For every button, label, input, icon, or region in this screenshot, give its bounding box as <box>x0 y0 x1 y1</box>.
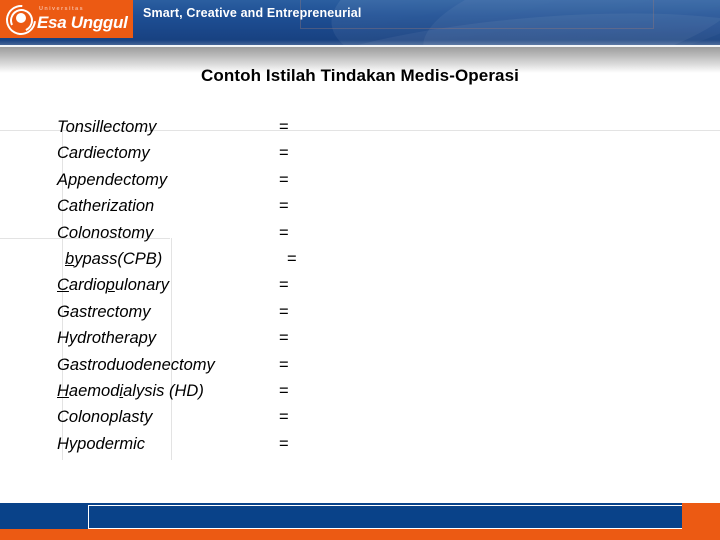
term-equals-sign: = <box>279 329 289 348</box>
term-row: Hydrotherapy = <box>57 327 477 353</box>
term-row: Cardiectomy = <box>57 142 477 168</box>
term-equals-sign: = <box>279 276 289 295</box>
term-row: Gastrectomy = <box>57 301 477 327</box>
term-equals-sign: = <box>279 434 289 453</box>
term-row: Cardiopulonary = <box>57 274 477 300</box>
footer-orange-bottom-strip <box>0 529 720 540</box>
term-row: bypass(CPB) = <box>57 248 477 274</box>
term-name: Hydrotherapy <box>57 329 157 348</box>
university-logo-block: Universitas Esa Unggul <box>0 0 133 42</box>
term-row: Appendectomy = <box>57 169 477 195</box>
slide-title: Contoh Istilah Tindakan Medis-Operasi <box>201 66 519 85</box>
term-name: Hypodermic <box>57 434 146 453</box>
term-equals-sign: = <box>279 355 289 374</box>
logo-university-label: Universitas <box>39 6 85 13</box>
logo-text-group: Universitas Esa Unggul <box>37 7 128 31</box>
term-equals-sign: = <box>279 144 289 163</box>
term-name: Haemodialysis (HD) <box>57 381 204 400</box>
term-equals-sign: = <box>287 249 297 268</box>
term-row: Gastroduodenectomy = <box>57 354 477 380</box>
term-name: Colonostomy <box>57 223 154 242</box>
term-equals-sign: = <box>279 170 289 189</box>
footer-outline-box <box>88 505 695 529</box>
logo-university-name: Esa Unggul <box>37 12 128 32</box>
term-equals-sign: = <box>279 302 289 321</box>
presentation-slide: Universitas Esa Unggul Smart, Creative a… <box>0 0 720 540</box>
term-name: Cardiopulonary <box>57 276 170 295</box>
term-equals-sign: = <box>279 381 289 400</box>
term-name: Catherization <box>57 197 155 216</box>
esa-unggul-emblem-icon <box>0 0 43 42</box>
term-row: Colonoplasty = <box>57 406 477 432</box>
term-name: bypass(CPB) <box>65 249 163 268</box>
term-row: Tonsillectomy = <box>57 116 477 142</box>
term-row: Colonostomy = <box>57 222 477 248</box>
emblem-center-dot-icon <box>16 13 26 23</box>
term-equals-sign: = <box>279 118 289 136</box>
term-row: Haemodialysis (HD) = <box>57 380 477 406</box>
term-equals-sign: = <box>279 223 289 242</box>
term-name: Gastrectomy <box>57 302 151 321</box>
term-name: Appendectomy <box>57 170 168 189</box>
term-row: Catherization = <box>57 195 477 221</box>
term-name: Gastroduodenectomy <box>57 355 215 374</box>
term-row: Hypodermic = <box>57 433 477 459</box>
term-equals-sign: = <box>279 408 289 427</box>
term-equals-sign: = <box>279 197 289 216</box>
term-name: Cardiectomy <box>57 144 150 163</box>
term-name: Tonsillectomy <box>57 118 157 136</box>
medical-term-list: Tonsillectomy = Cardiectomy = Appendectomy = C… <box>57 116 477 459</box>
term-name: Colonoplasty <box>57 408 153 427</box>
header-tagline: Smart, Creative and Entrepreneurial <box>143 6 362 20</box>
